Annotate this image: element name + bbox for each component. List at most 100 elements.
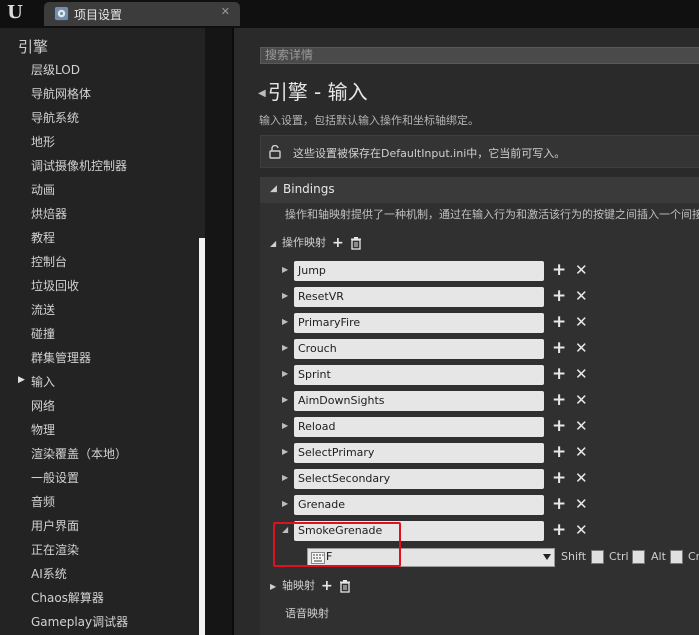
expand-arrow-icon[interactable]: ▶ [270, 578, 282, 596]
sidebar-item[interactable]: 用户界面 [31, 515, 79, 537]
expand-arrow-icon[interactable]: ▶ [282, 447, 288, 456]
remove-icon[interactable]: ✕ [575, 313, 588, 332]
selected-item-arrow-icon: ▶ [18, 375, 25, 385]
add-key-icon[interactable]: + [552, 287, 566, 305]
add-key-icon[interactable]: + [552, 443, 566, 461]
expand-arrow-icon[interactable]: ▶ [282, 343, 288, 352]
add-key-icon[interactable]: + [552, 339, 566, 357]
speech-mappings-label: 语音映射 [285, 607, 329, 620]
expand-arrow-icon[interactable]: ▶ [282, 395, 288, 404]
expand-arrow-icon[interactable]: ▶ [282, 291, 288, 300]
modifier-shift-label: Shift [561, 550, 587, 563]
action-name-field[interactable]: SelectPrimary [294, 443, 544, 463]
sidebar-item[interactable]: 物理 [31, 419, 55, 441]
sidebar-item[interactable]: AI系统 [31, 563, 67, 585]
add-key-icon[interactable]: + [552, 391, 566, 409]
sidebar-item[interactable]: Chaos解算器 [31, 587, 104, 609]
sidebar-item[interactable]: 流送 [31, 299, 55, 321]
sidebar-item[interactable]: 动画 [31, 179, 55, 201]
sidebar-section-header: 引擎 [18, 38, 49, 56]
config-notice: 这些设置被保存在DefaultInput.ini中，它当前可写入。 [260, 135, 699, 168]
sidebar-item[interactable]: 正在渲染 [31, 539, 79, 561]
modifier-ctrl-label: Ctrl [609, 550, 629, 563]
bindings-description: 操作和轴映射提供了一种机制，通过在输入行为和激活该行为的按键之间插入一个间接 [285, 208, 699, 221]
expand-arrow-icon[interactable]: ▶ [282, 421, 288, 430]
sidebar-item[interactable]: 导航网格体 [31, 83, 91, 105]
sidebar-item[interactable]: 网络 [31, 395, 55, 417]
remove-icon[interactable]: ✕ [575, 261, 588, 280]
remove-icon[interactable]: ✕ [575, 469, 588, 488]
action-name-field[interactable]: SelectSecondary [294, 469, 544, 489]
expand-arrow-icon[interactable]: ◢ [270, 235, 282, 253]
add-key-icon[interactable]: + [552, 521, 566, 539]
action-name-field[interactable]: Reload [294, 417, 544, 437]
sidebar-item[interactable]: 地形 [31, 131, 55, 153]
bindings-section: 操作和轴映射提供了一种机制，通过在输入行为和激活该行为的按键之间插入一个间接 ◢… [260, 203, 699, 635]
remove-icon[interactable]: ✕ [575, 339, 588, 358]
sidebar-item[interactable]: 垃圾回收 [31, 275, 79, 297]
expand-arrow-icon[interactable]: ▶ [282, 499, 288, 508]
trash-icon[interactable] [339, 579, 351, 593]
sidebar-item-selected[interactable]: 输入 [31, 371, 55, 393]
action-name-field[interactable]: Sprint [294, 365, 544, 385]
remove-icon[interactable]: ✕ [575, 287, 588, 306]
add-key-icon[interactable]: + [552, 417, 566, 435]
sidebar-item[interactable]: 层级LOD [31, 59, 80, 81]
remove-icon[interactable]: ✕ [575, 495, 588, 514]
sidebar-item[interactable]: 一般设置 [31, 467, 79, 489]
action-name-field[interactable]: Jump [294, 261, 544, 281]
sidebar-item[interactable]: Gameplay调试器 [31, 611, 128, 633]
action-name-field[interactable]: ResetVR [294, 287, 544, 307]
sidebar-item[interactable]: 控制台 [31, 251, 67, 273]
title-bar: U 项目设置 ✕ [0, 0, 699, 28]
dropdown-arrow-icon [543, 554, 551, 560]
tab-close-icon[interactable]: ✕ [221, 5, 230, 18]
add-key-icon[interactable]: + [552, 313, 566, 331]
sidebar-item[interactable]: 碰撞 [31, 323, 55, 345]
bindings-category-header[interactable]: ◢ Bindings [260, 177, 699, 203]
sidebar-item[interactable]: 教程 [31, 227, 55, 249]
tab-title: 项目设置 [74, 8, 123, 22]
axis-mappings-header: ▶ 轴映射 + [270, 577, 351, 595]
sidebar-item[interactable]: 导航系统 [31, 107, 79, 129]
add-key-icon[interactable]: + [552, 469, 566, 487]
action-name-field[interactable]: AimDownSights [294, 391, 544, 411]
tab-project-settings[interactable]: 项目设置 ✕ [44, 2, 240, 26]
add-key-icon[interactable]: + [552, 495, 566, 513]
sidebar-scrollbar[interactable] [199, 238, 205, 635]
unlock-icon [269, 145, 281, 159]
remove-icon[interactable]: ✕ [575, 521, 588, 540]
expand-arrow-icon[interactable]: ▶ [282, 473, 288, 482]
action-mappings-label: 操作映射 [282, 236, 326, 249]
sidebar-item[interactable]: 群集管理器 [31, 347, 91, 369]
sidebar-item[interactable]: 渲染覆盖（本地） [31, 443, 127, 465]
modifier-ctrl-checkbox[interactable] [632, 550, 645, 564]
remove-icon[interactable]: ✕ [575, 365, 588, 384]
expand-arrow-icon: ◢ [270, 184, 277, 194]
remove-icon[interactable]: ✕ [575, 417, 588, 436]
sidebar-item[interactable]: 调试摄像机控制器 [31, 155, 127, 177]
trash-icon[interactable] [350, 236, 362, 250]
expand-arrow-icon[interactable]: ▶ [282, 317, 288, 326]
add-icon[interactable]: + [332, 234, 344, 252]
remove-icon[interactable]: ✕ [575, 391, 588, 410]
unreal-logo-icon: U [7, 2, 23, 23]
page-title-text: 引擎 - 输入 [267, 80, 368, 104]
action-name-field[interactable]: PrimaryFire [294, 313, 544, 333]
add-key-icon[interactable]: + [552, 365, 566, 383]
action-mappings-header: ◢ 操作映射 + [270, 234, 362, 252]
sidebar-item[interactable]: 音频 [31, 491, 55, 513]
search-input[interactable]: 搜索详情 [260, 47, 699, 64]
modifier-cmd-label: Cmd [688, 550, 699, 563]
sidebar-item[interactable]: 烘焙器 [31, 203, 67, 225]
action-name-field[interactable]: Crouch [294, 339, 544, 359]
modifier-alt-checkbox[interactable] [670, 550, 683, 564]
expand-arrow-icon[interactable]: ▶ [282, 369, 288, 378]
action-name-field[interactable]: Grenade [294, 495, 544, 515]
add-icon[interactable]: + [321, 577, 333, 595]
remove-icon[interactable]: ✕ [575, 443, 588, 462]
modifier-shift-checkbox[interactable] [591, 550, 604, 564]
expand-arrow-icon[interactable]: ▶ [282, 265, 288, 274]
add-key-icon[interactable]: + [552, 261, 566, 279]
collapse-arrow-icon[interactable]: ◀ [258, 88, 266, 99]
